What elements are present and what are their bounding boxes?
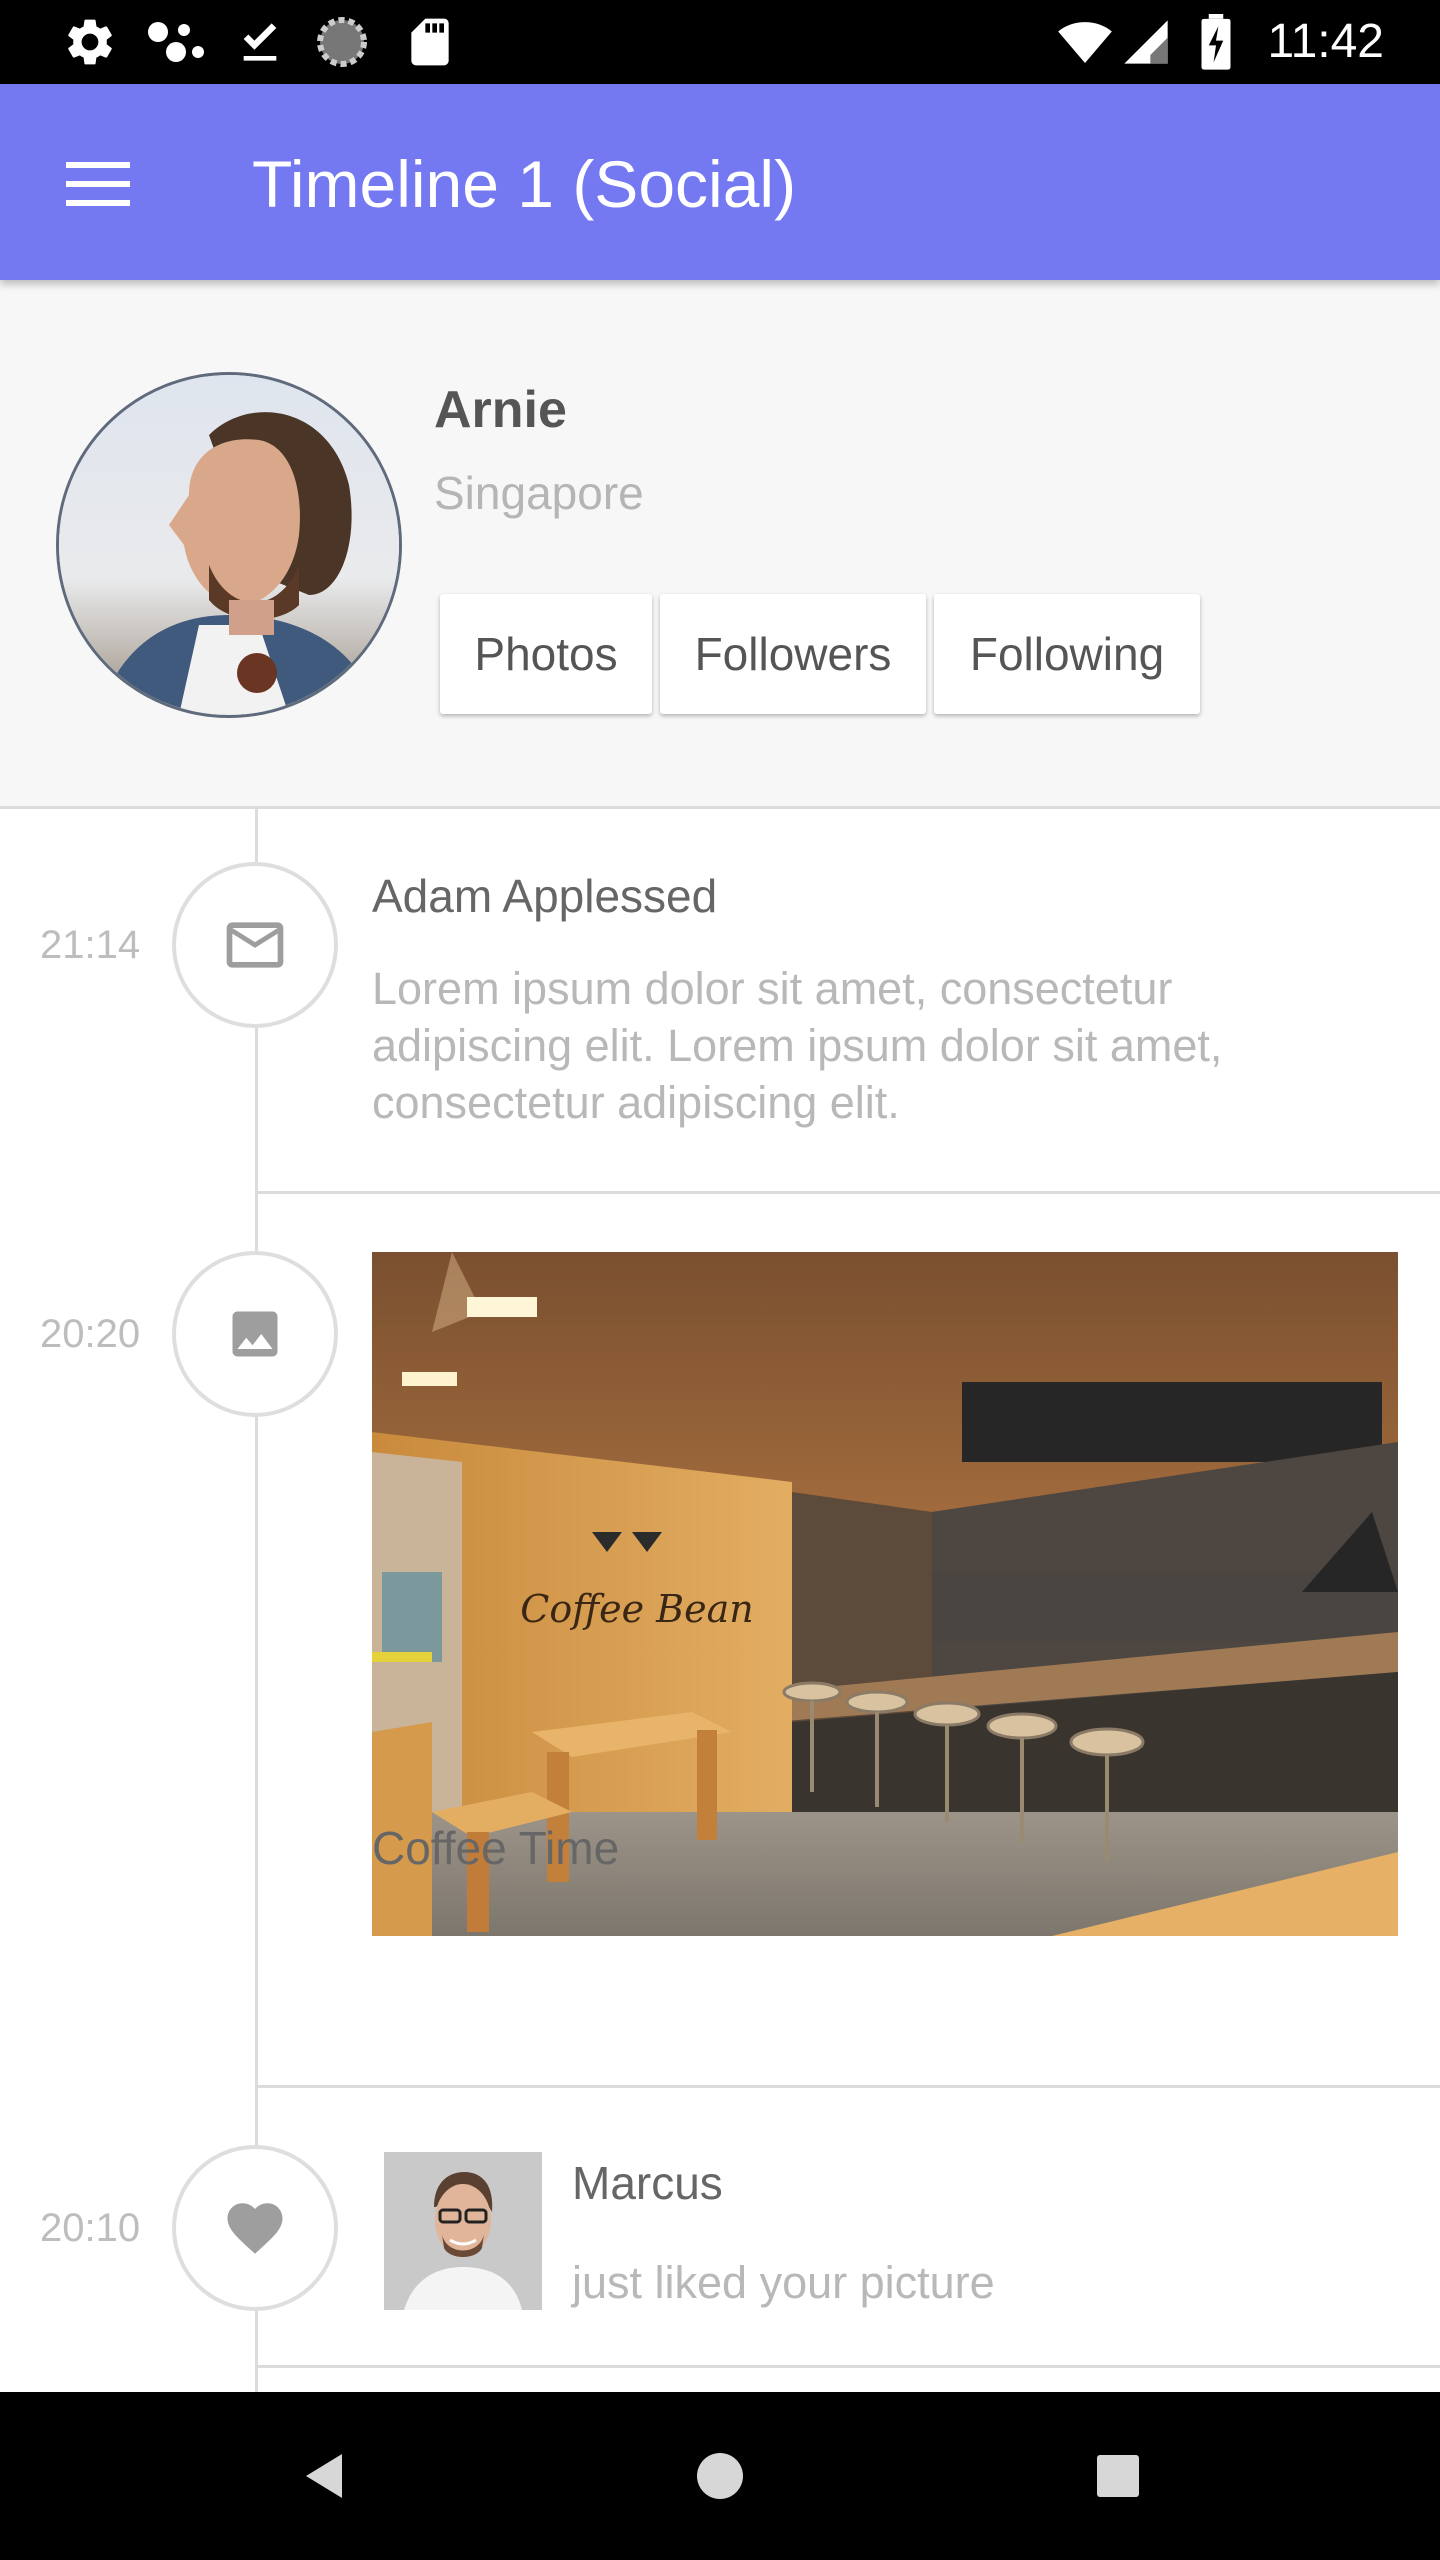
timeline: 21:14 Adam Applessed Lorem ipsum dolor s… <box>0 809 1440 2392</box>
menu-icon[interactable] <box>48 144 148 224</box>
back-icon[interactable] <box>284 2436 364 2516</box>
profile-photo <box>59 375 399 715</box>
recents-icon[interactable] <box>1078 2436 1158 2516</box>
timeline-item-photo[interactable]: 20:20 Coffee Bean Coffee Time <box>0 1194 1440 2089</box>
liker-photo <box>384 2152 542 2310</box>
timeline-title: Adam Applessed <box>372 870 718 922</box>
wifi-icon <box>1058 22 1112 63</box>
app-title: Timeline 1 (Social) <box>252 147 797 221</box>
profile-header: Arnie Singapore Photos Followers Followi… <box>0 280 1440 809</box>
timeline-message-body: Lorem ipsum dolor sit amet, consectetur … <box>372 963 1223 1128</box>
photo-sign-text: Coffee Bean <box>520 1587 753 1631</box>
timeline-marker <box>172 2145 338 2311</box>
liker-avatar[interactable] <box>384 2152 542 2310</box>
image-icon <box>232 1311 278 1357</box>
timeline-marker <box>172 862 338 1028</box>
status-bar: 11:42 <box>0 0 1440 84</box>
timeline-item-message[interactable]: 21:14 Adam Applessed Lorem ipsum dolor s… <box>0 809 1440 1195</box>
heart-icon <box>227 2203 283 2254</box>
home-icon[interactable] <box>680 2436 760 2516</box>
signal-icon <box>1124 20 1168 64</box>
followers-button[interactable]: Followers <box>660 594 926 714</box>
sd-card-icon <box>411 18 449 66</box>
timeline-marker <box>172 1251 338 1417</box>
settings-icon <box>68 19 112 65</box>
app-bar: Timeline 1 (Social) <box>0 84 1440 280</box>
following-button[interactable]: Following <box>934 594 1200 714</box>
profile-avatar[interactable] <box>56 372 402 718</box>
dots-icon <box>148 22 204 62</box>
liker-name: Marcus <box>572 2157 723 2209</box>
battery-charging-icon <box>1201 14 1231 70</box>
timeline-item-like[interactable]: 20:10 Marcus just liked your picture <box>0 2088 1440 2368</box>
profile-name: Arnie <box>434 381 567 439</box>
timeline-time: 21:14 <box>40 923 141 967</box>
photos-button[interactable]: Photos <box>440 594 652 714</box>
mail-icon <box>226 922 284 968</box>
sync-icon <box>317 17 367 67</box>
timeline-time: 20:20 <box>40 1312 141 1356</box>
photo-caption: Coffee Time <box>372 1822 620 1874</box>
profile-location: Singapore <box>434 467 644 519</box>
timeline-time: 20:10 <box>40 2206 141 2250</box>
like-message: just liked your picture <box>572 2257 995 2308</box>
clock-time: 11:42 <box>1267 15 1384 68</box>
navigation-bar <box>0 2392 1440 2560</box>
item-divider <box>258 2365 1440 2368</box>
download-done-icon <box>243 23 277 61</box>
